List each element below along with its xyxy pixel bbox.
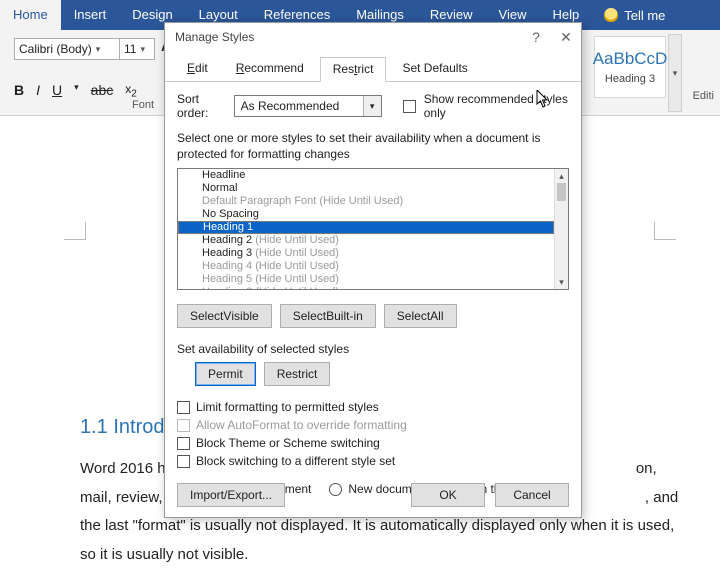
tab-recommend[interactable]: Recommend	[224, 57, 316, 81]
style-list-item[interactable]: Normal	[178, 182, 554, 195]
limit-formatting-checkbox[interactable]	[177, 401, 190, 414]
lightbulb-icon	[604, 8, 618, 22]
italic-button[interactable]: I	[36, 82, 40, 99]
style-gallery-heading3[interactable]: AaBbCcD Heading 3	[594, 36, 666, 98]
sort-order-label: Sort order:	[177, 92, 226, 120]
cancel-button[interactable]: Cancel	[495, 483, 569, 507]
chevron-down-icon: ▾	[96, 44, 101, 55]
ok-button[interactable]: OK	[411, 483, 485, 507]
style-list-item[interactable]: No Spacing	[178, 208, 554, 221]
limit-formatting-label: Limit formatting to permitted styles	[196, 400, 379, 414]
page-corner-mark	[64, 222, 86, 240]
hide-until-used-label: (Hide Until Used)	[255, 260, 339, 272]
import-export-button[interactable]: Import/Export...	[177, 483, 285, 507]
ribbon-tab-home[interactable]: Home	[0, 0, 61, 30]
style-list-item[interactable]: Heading 5 (Hide Until Used)	[178, 273, 554, 286]
tab-edit[interactable]: Edit	[175, 57, 220, 81]
select-all-button[interactable]: Select All	[384, 304, 457, 328]
manage-styles-dialog: Manage Styles ? ✕ Edit Recommend Restric…	[164, 22, 582, 518]
font-size-combo[interactable]: 11 ▾	[119, 38, 155, 60]
style-gallery-more-icon[interactable]: ▾	[668, 34, 682, 112]
style-list-item[interactable]: Heading 6 (Hide Until Used)	[178, 286, 554, 290]
sort-order-select[interactable]: As Recommended ▾	[234, 95, 382, 117]
underline-button[interactable]: U	[52, 82, 62, 99]
chevron-down-icon: ▾	[363, 96, 381, 116]
style-list-item[interactable]: Heading 4 (Hide Until Used)	[178, 260, 554, 273]
style-list-item[interactable]: Default Paragraph Font (Hide Until Used)	[178, 195, 554, 208]
hide-until-used-label: (Hide Until Used)	[255, 247, 339, 259]
editing-group-label: Editi	[693, 90, 720, 102]
allow-autoformat-label: Allow AutoFormat to override formatting	[196, 418, 407, 432]
select-visible-button[interactable]: Select Visible	[177, 304, 272, 328]
font-name-value: Calibri (Body)	[19, 42, 92, 56]
permit-button[interactable]: Permit	[195, 362, 256, 386]
hide-until-used-label: (Hide Until Used)	[319, 195, 403, 207]
ribbon-tab-insert[interactable]: Insert	[61, 0, 120, 30]
font-size-value: 11	[124, 42, 136, 56]
show-recommended-checkbox[interactable]	[403, 100, 416, 113]
style-sample: AaBbCcD	[593, 49, 668, 69]
restrict-button[interactable]: Restrict	[264, 362, 331, 386]
block-theme-label: Block Theme or Scheme switching	[196, 436, 380, 450]
underline-menu-icon[interactable]: ▾	[74, 82, 79, 99]
subscript-button[interactable]: x2	[125, 82, 137, 99]
scroll-down-icon[interactable]: ▾	[555, 275, 568, 289]
scroll-up-icon[interactable]: ▴	[555, 169, 568, 183]
ribbon-group-label: Font	[132, 99, 154, 111]
style-name-label: Heading 3	[605, 73, 655, 85]
font-name-combo[interactable]: Calibri (Body) ▾	[14, 38, 120, 60]
hide-until-used-label: (Hide Until Used)	[255, 273, 339, 285]
scrollbar-thumb[interactable]	[557, 183, 566, 201]
styles-listbox[interactable]: HeadlineNormalDefault Paragraph Font (Hi…	[177, 168, 569, 290]
style-list-item[interactable]: Heading 2 (Hide Until Used)	[178, 234, 554, 247]
tab-set-defaults[interactable]: Set Defaults	[390, 57, 479, 81]
show-recommended-label: Show recommended styles only	[424, 92, 569, 120]
bold-button[interactable]: B	[14, 82, 24, 99]
hide-until-used-label: (Hide Until Used)	[255, 286, 339, 290]
tell-me-search[interactable]: Tell me	[592, 0, 677, 30]
sort-order-value: As Recommended	[241, 99, 340, 113]
select-builtin-button[interactable]: Select Built-in	[280, 304, 376, 328]
style-list-item[interactable]: Headline	[178, 169, 554, 182]
tell-me-label: Tell me	[624, 8, 665, 23]
allow-autoformat-checkbox	[177, 419, 190, 432]
tab-restrict[interactable]: Restrict	[320, 57, 387, 82]
block-styleset-label: Block switching to a different style set	[196, 454, 395, 468]
instruction-text: Select one or more styles to set their a…	[177, 130, 569, 162]
availability-label: Set availability of selected styles	[177, 342, 569, 356]
page-corner-mark	[654, 222, 676, 240]
style-list-item[interactable]: Heading 1	[178, 221, 554, 234]
block-styleset-checkbox[interactable]	[177, 455, 190, 468]
dialog-title: Manage Styles	[175, 30, 254, 44]
block-theme-checkbox[interactable]	[177, 437, 190, 450]
close-icon[interactable]: ✕	[551, 23, 581, 51]
chevron-down-icon: ▾	[140, 44, 145, 55]
strikethrough-button[interactable]: abc	[91, 82, 114, 99]
hide-until-used-label: (Hide Until Used)	[255, 234, 339, 246]
style-list-item[interactable]: Heading 3 (Hide Until Used)	[178, 247, 554, 260]
help-button[interactable]: ?	[521, 23, 551, 51]
